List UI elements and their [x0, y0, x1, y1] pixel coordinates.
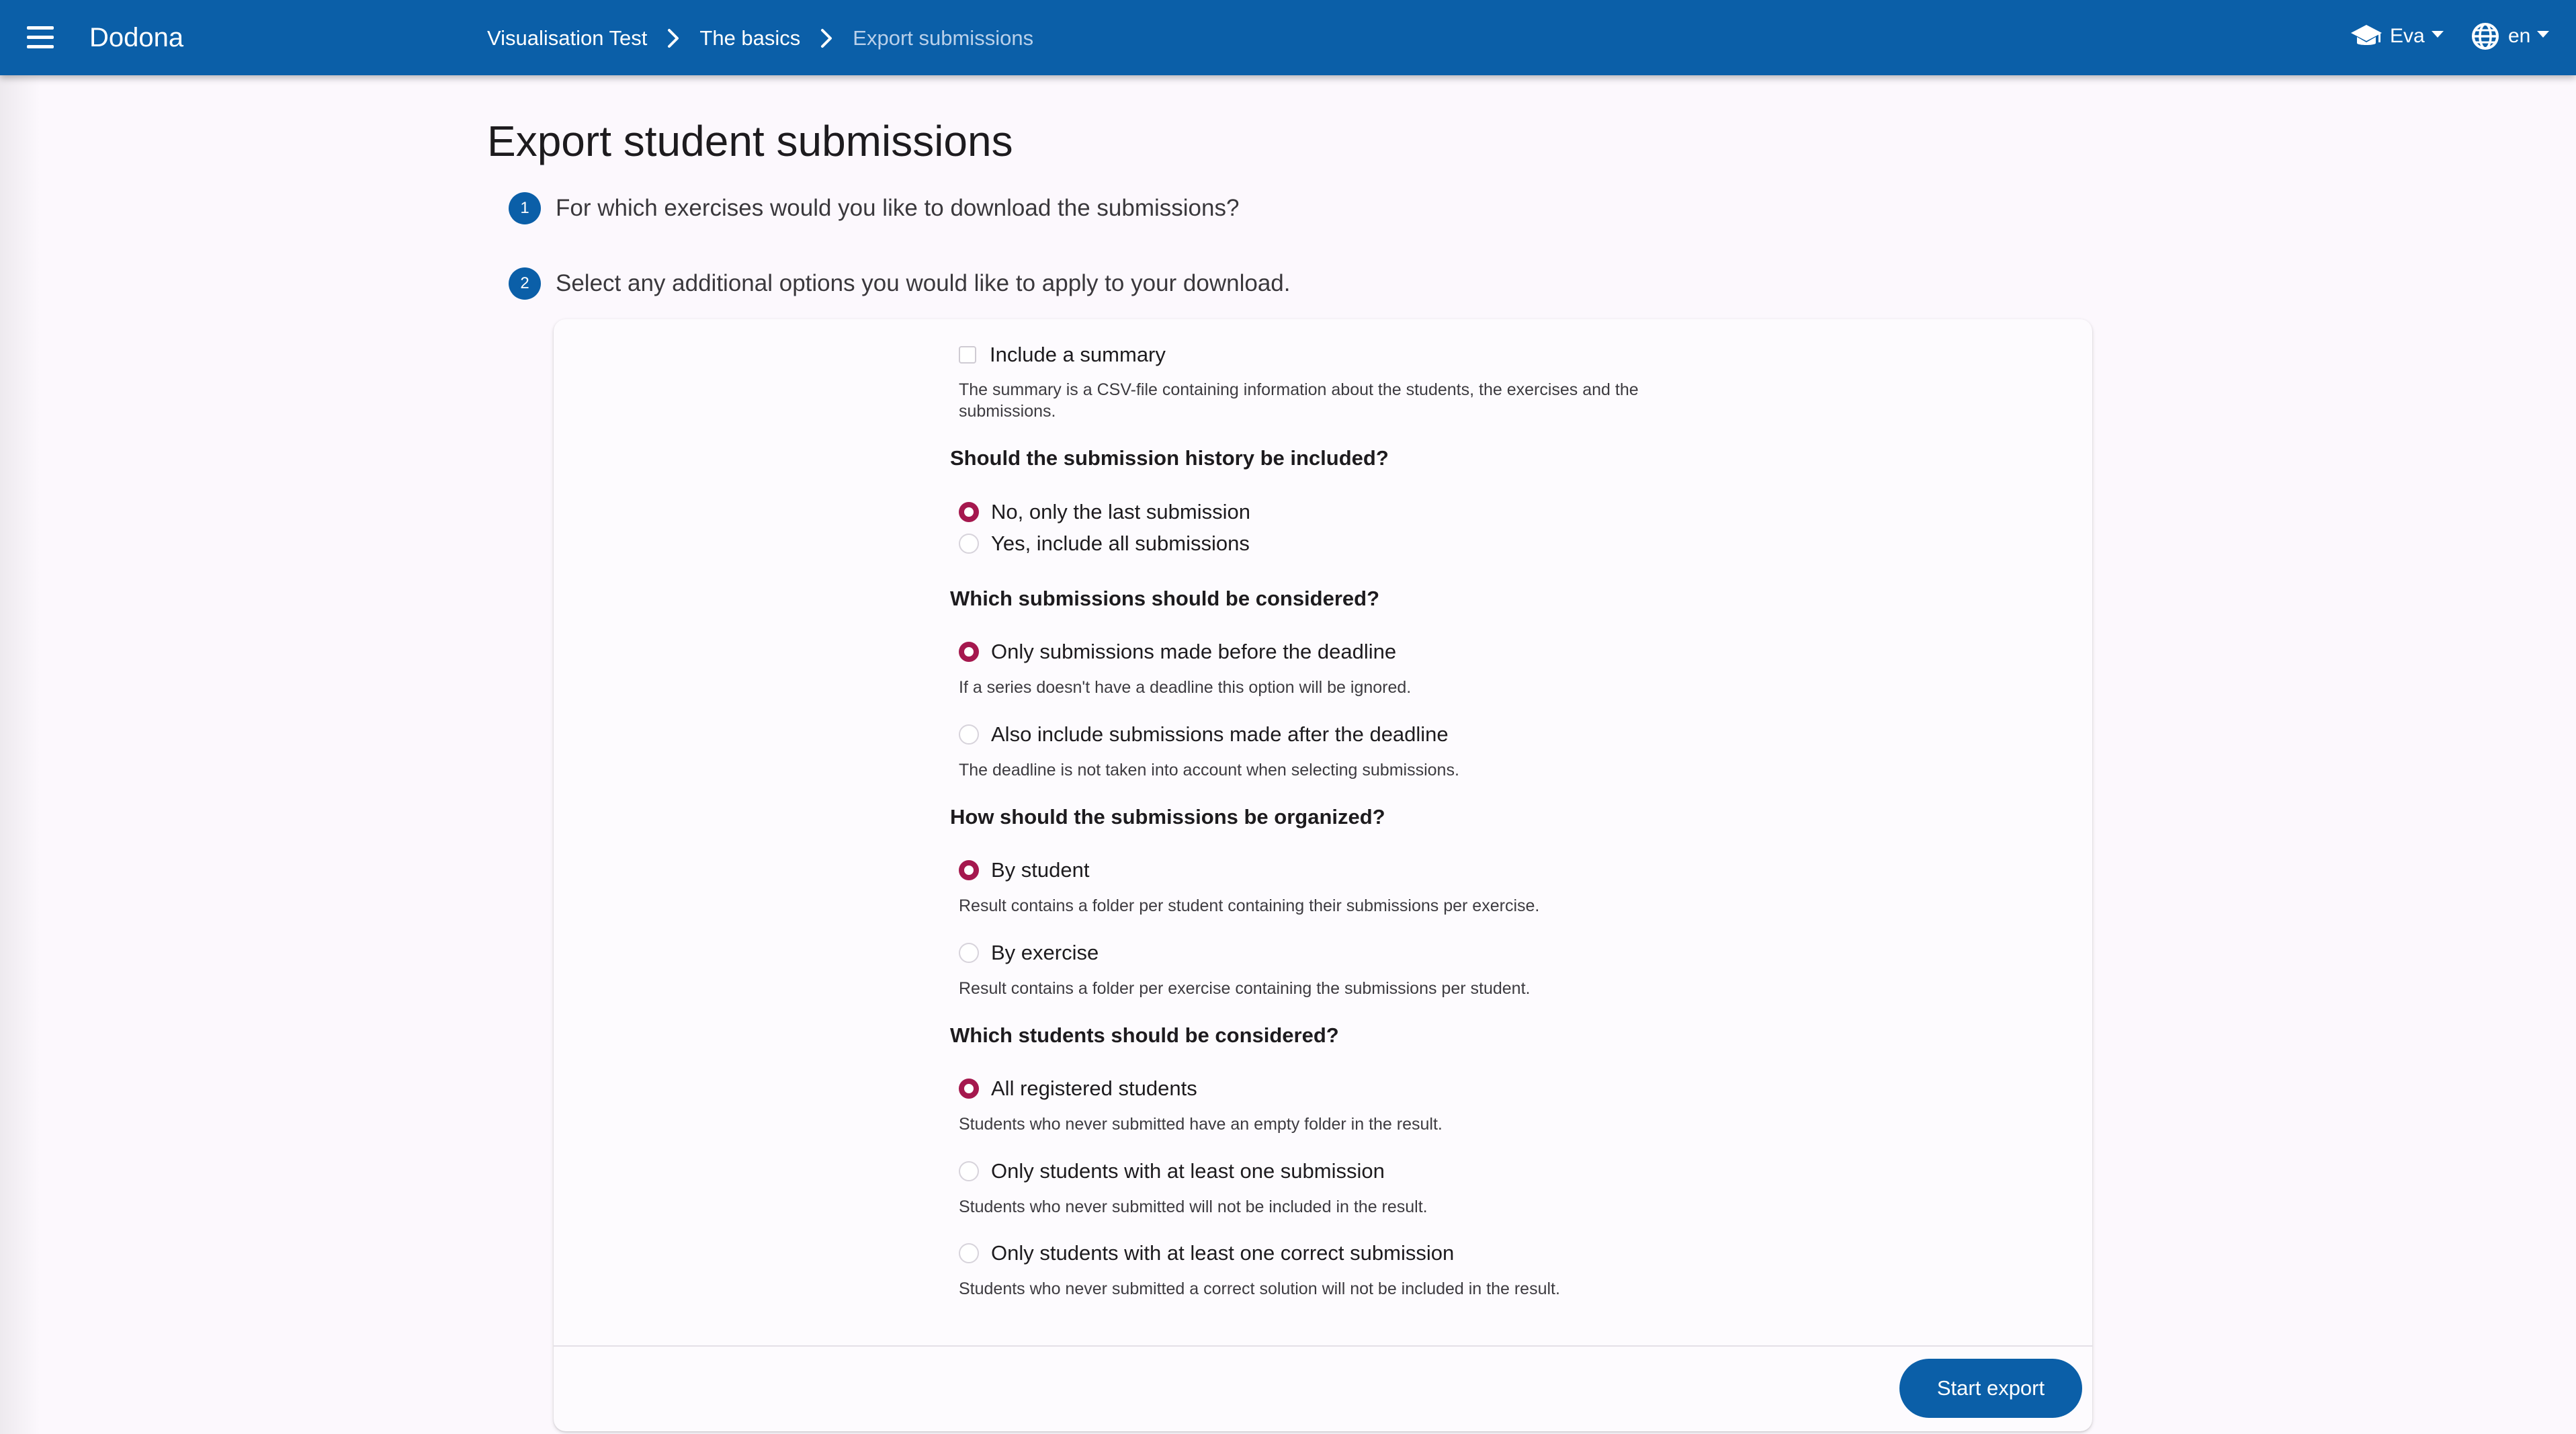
- breadcrumb-series[interactable]: The basics: [699, 26, 800, 50]
- option-label: By exercise: [991, 941, 1099, 964]
- option-label: Only students with at least one submissi…: [991, 1159, 1385, 1183]
- option-label: Also include submissions made after the …: [991, 722, 1449, 746]
- radio-button[interactable]: [959, 1161, 979, 1181]
- organize-question: How should the submissions be organized?: [950, 805, 1385, 829]
- radio-button[interactable]: [959, 642, 979, 662]
- organize-by-exercise-help: Result contains a folder per exercise co…: [959, 979, 1531, 998]
- checkbox-box[interactable]: [959, 346, 976, 364]
- radio-button[interactable]: [959, 724, 979, 745]
- app-bar: Dodona Visualisation Test The basics Exp…: [0, 0, 2576, 75]
- students-with-submission-help: Students who never submitted will not be…: [959, 1197, 1428, 1216]
- radio-button[interactable]: [959, 943, 979, 963]
- students-with-submission-radio[interactable]: Only students with at least one submissi…: [959, 1159, 1385, 1183]
- brand-logo[interactable]: Dodona: [89, 20, 183, 55]
- students-question: Which students should be considered?: [950, 1023, 1339, 1047]
- option-label: Only students with at least one correct …: [991, 1241, 1455, 1265]
- step-text: Select any additional options you would …: [556, 270, 1291, 296]
- organize-by-exercise-radio[interactable]: By exercise: [959, 941, 1099, 965]
- school-icon: [2351, 25, 2382, 45]
- history-all-radio[interactable]: Yes, include all submissions: [959, 532, 1250, 556]
- include-summary-checkbox[interactable]: Include a summary: [959, 343, 1166, 367]
- sidebar-shadow: [0, 75, 40, 1434]
- language-code: en: [2508, 25, 2531, 47]
- deadline-after-help: The deadline is not taken into account w…: [959, 761, 1459, 779]
- deadline-question: Which submissions should be considered?: [950, 587, 1380, 610]
- option-label: By student: [991, 858, 1090, 882]
- chevron-down-icon: [2537, 31, 2550, 38]
- deadline-before-radio[interactable]: Only submissions made before the deadlin…: [959, 640, 1396, 664]
- radio-button[interactable]: [959, 1243, 979, 1263]
- user-name: Eva: [2390, 25, 2425, 47]
- step-1[interactable]: 1 For which exercises would you like to …: [509, 192, 1239, 224]
- card-divider: [554, 1345, 2092, 1347]
- deadline-before-help: If a series doesn't have a deadline this…: [959, 678, 1412, 697]
- page-title: Export student submissions: [487, 117, 1013, 165]
- radio-button[interactable]: [959, 860, 979, 880]
- chevron-down-icon: [2431, 31, 2444, 38]
- option-label: No, only the last submission: [991, 500, 1250, 523]
- history-last-only-radio[interactable]: No, only the last submission: [959, 500, 1250, 524]
- students-all-radio[interactable]: All registered students: [959, 1077, 1197, 1101]
- breadcrumb: Visualisation Test The basics Export sub…: [487, 24, 1033, 52]
- chevron-right-icon: [668, 29, 679, 48]
- start-export-button[interactable]: Start export: [1899, 1359, 2082, 1418]
- step-number: 1: [509, 192, 541, 224]
- students-with-correct-help: Students who never submitted a correct s…: [959, 1279, 1560, 1298]
- breadcrumb-course[interactable]: Visualisation Test: [487, 26, 647, 50]
- user-menu[interactable]: Eva: [2350, 22, 2444, 51]
- language-menu[interactable]: en: [2471, 22, 2550, 51]
- history-question: Should the submission history be include…: [950, 446, 1389, 470]
- step-text: For which exercises would you like to do…: [556, 195, 1240, 221]
- radio-button[interactable]: [959, 502, 979, 522]
- radio-button[interactable]: [959, 534, 979, 554]
- option-label: Yes, include all submissions: [991, 532, 1250, 555]
- menu-icon[interactable]: [23, 20, 58, 55]
- breadcrumb-current: Export submissions: [853, 26, 1034, 50]
- step-2[interactable]: 2 Select any additional options you woul…: [509, 267, 1290, 300]
- step-number: 2: [509, 267, 541, 300]
- organize-by-student-radio[interactable]: By student: [959, 858, 1089, 882]
- option-label: All registered students: [991, 1077, 1197, 1100]
- option-label: Include a summary: [990, 343, 1166, 366]
- deadline-after-radio[interactable]: Also include submissions made after the …: [959, 722, 1449, 747]
- organize-by-student-help: Result contains a folder per student con…: [959, 896, 1540, 915]
- option-label: Only submissions made before the deadlin…: [991, 640, 1397, 663]
- radio-button[interactable]: [959, 1079, 979, 1099]
- globe-icon: [2472, 23, 2499, 50]
- chevron-right-icon: [821, 29, 832, 48]
- students-all-help: Students who never submitted have an emp…: [959, 1115, 1443, 1134]
- students-with-correct-radio[interactable]: Only students with at least one correct …: [959, 1241, 1454, 1265]
- summary-help: The summary is a CSV-file containing inf…: [959, 380, 1639, 421]
